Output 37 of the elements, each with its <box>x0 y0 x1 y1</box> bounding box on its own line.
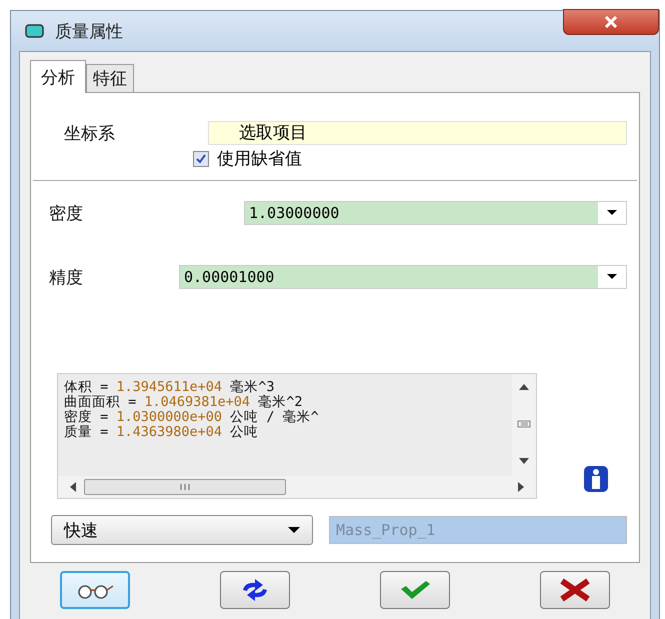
vertical-scrollbar[interactable] <box>512 374 536 476</box>
caret-icon <box>288 527 300 533</box>
field-label: 坐标系 <box>63 122 116 144</box>
glasses-button[interactable] <box>60 571 130 609</box>
cross-icon <box>558 578 592 602</box>
scroll-right-icon[interactable] <box>518 482 524 492</box>
density-dropdown[interactable]: 1.03000000 <box>244 201 627 225</box>
scroll-thumb[interactable] <box>84 479 286 495</box>
info-icon[interactable] <box>583 465 609 493</box>
result-line: 质量 = 1.4363980e+04 公吨 <box>64 425 260 440</box>
selection-field[interactable]: 选取项目 <box>208 121 627 145</box>
field-label: 密度 <box>49 202 84 224</box>
ok-button[interactable] <box>380 571 450 609</box>
refresh-button[interactable] <box>220 571 290 609</box>
checkbox[interactable] <box>193 150 209 166</box>
cancel-button[interactable] <box>540 571 610 609</box>
scroll-left-icon[interactable] <box>70 482 76 492</box>
result-line: 曲面面积 = 1.0469381e+04 毫米^2 <box>64 395 304 410</box>
cube-icon <box>25 23 45 39</box>
accuracy-dropdown[interactable]: 0.00001000 <box>179 265 627 289</box>
scroll-thumb-icon[interactable] <box>517 420 531 428</box>
window-title: 质量属性 <box>55 20 123 42</box>
result-line: 体积 = 1.3945611e+04 毫米^3 <box>64 380 276 395</box>
close-icon <box>603 16 619 28</box>
horizontal-scrollbar[interactable] <box>58 476 536 498</box>
caret-icon <box>607 274 617 280</box>
scroll-up-icon[interactable] <box>519 384 529 390</box>
mode-dropdown[interactable]: 快速 <box>51 515 313 545</box>
grip-icon <box>178 483 192 491</box>
scroll-down-icon[interactable] <box>519 458 529 464</box>
tab[interactable]: 分析 <box>30 60 86 93</box>
field-label: 精度 <box>49 266 84 288</box>
caret-icon <box>607 210 617 216</box>
tab[interactable]: 特征 <box>86 64 134 92</box>
result-line: 密度 = 1.0300000e+00 公吨 / 毫米^ <box>64 410 320 425</box>
checkbox-label: 使用缺省值 <box>217 148 302 170</box>
close-button[interactable] <box>563 9 659 35</box>
